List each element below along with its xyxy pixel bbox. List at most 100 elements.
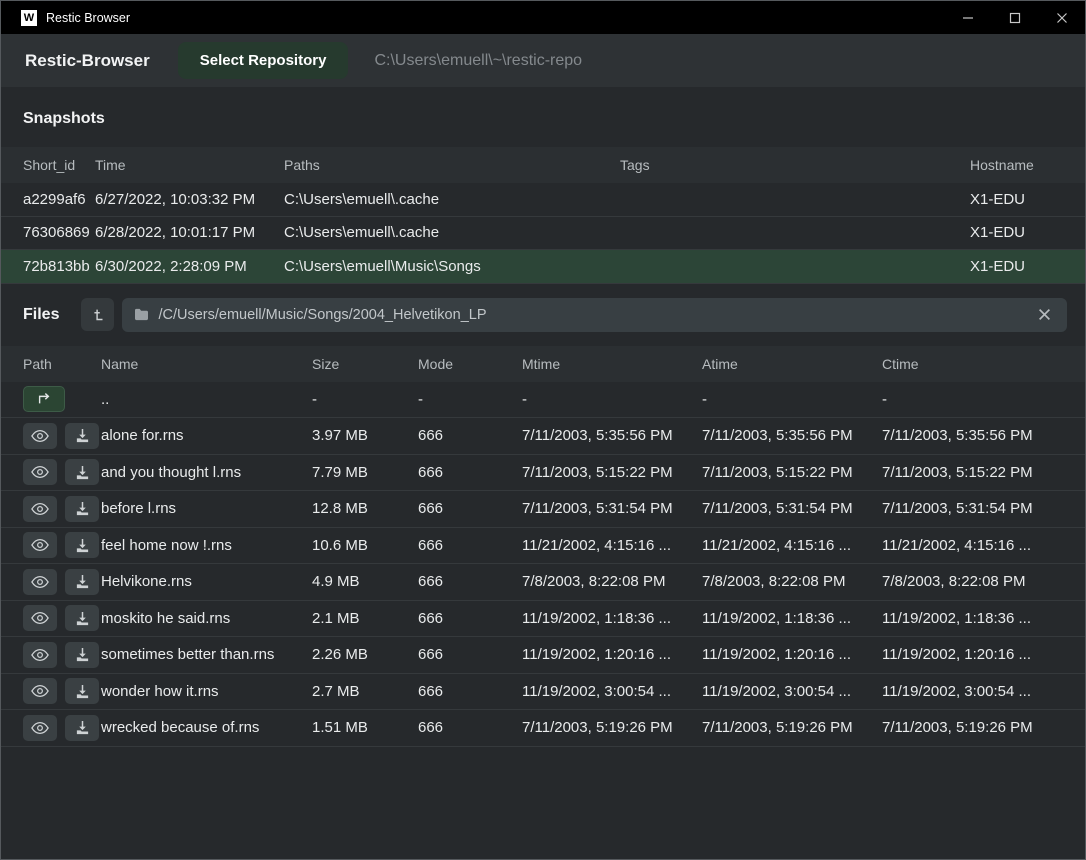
preview-file-button[interactable] (23, 496, 57, 522)
select-repository-button[interactable]: Select Repository (178, 42, 349, 79)
preview-file-button[interactable] (23, 532, 57, 558)
snapshot-row[interactable]: 76306869 6/28/2022, 10:01:17 PM C:\Users… (1, 217, 1085, 251)
clear-path-button[interactable] (1034, 304, 1055, 325)
download-file-button[interactable] (65, 642, 99, 668)
preview-file-button[interactable] (23, 423, 57, 449)
file-name: before l.rns (101, 500, 312, 517)
minimize-button[interactable] (944, 1, 991, 34)
file-atime: 7/11/2003, 5:19:26 PM (702, 719, 882, 736)
snapshot-row[interactable]: 72b813bb 6/30/2022, 2:28:09 PM C:\Users\… (1, 250, 1085, 284)
file-row[interactable]: sometimes better than.rns 2.26 MB 666 11… (1, 637, 1085, 674)
file-atime: - (702, 391, 882, 408)
file-ctime: 11/19/2002, 3:00:54 ... (882, 683, 1085, 700)
file-row[interactable]: and you thought l.rns 7.79 MB 666 7/11/2… (1, 455, 1085, 492)
file-size: 3.97 MB (312, 427, 418, 444)
preview-file-button[interactable] (23, 678, 57, 704)
file-name: alone for.rns (101, 427, 312, 444)
close-button[interactable] (1038, 1, 1085, 34)
file-atime: 7/11/2003, 5:31:54 PM (702, 500, 882, 517)
app-header: Restic-Browser Select Repository C:\User… (1, 34, 1085, 87)
snapshot-time: 6/30/2022, 2:28:09 PM (95, 258, 284, 275)
file-row[interactable]: moskito he said.rns 2.1 MB 666 11/19/200… (1, 601, 1085, 638)
file-size: - (312, 391, 418, 408)
file-atime: 7/8/2003, 8:22:08 PM (702, 573, 882, 590)
files-heading: Files (1, 306, 81, 324)
file-atime: 11/19/2002, 1:18:36 ... (702, 610, 882, 627)
file-name: Helvikone.rns (101, 573, 312, 590)
file-row[interactable]: wrecked because of.rns 1.51 MB 666 7/11/… (1, 710, 1085, 747)
up-arrow-icon (36, 392, 52, 406)
file-size: 2.1 MB (312, 610, 418, 627)
preview-file-button[interactable] (23, 715, 57, 741)
maximize-button[interactable] (991, 1, 1038, 34)
file-mtime: 7/11/2003, 5:15:22 PM (522, 464, 702, 481)
file-mode: 666 (418, 719, 522, 736)
download-file-button[interactable] (65, 678, 99, 704)
snapshots-heading: Snapshots (1, 87, 1085, 147)
file-mtime: 7/8/2003, 8:22:08 PM (522, 573, 702, 590)
file-ctime: 11/19/2002, 1:20:16 ... (882, 646, 1085, 663)
file-ctime: 7/11/2003, 5:15:22 PM (882, 464, 1085, 481)
file-size: 7.79 MB (312, 464, 418, 481)
preview-file-button[interactable] (23, 569, 57, 595)
snapshot-hostname: X1-EDU (970, 191, 1085, 208)
file-mode: 666 (418, 610, 522, 627)
col-path: Path (1, 356, 101, 372)
download-file-button[interactable] (65, 715, 99, 741)
file-size: 12.8 MB (312, 500, 418, 517)
preview-file-button[interactable] (23, 605, 57, 631)
snapshot-paths: C:\Users\emuell\.cache (284, 191, 620, 208)
file-row[interactable]: wonder how it.rns 2.7 MB 666 11/19/2002,… (1, 674, 1085, 711)
file-ctime: 7/8/2003, 8:22:08 PM (882, 573, 1085, 590)
download-file-button[interactable] (65, 496, 99, 522)
download-icon (75, 611, 90, 626)
download-file-button[interactable] (65, 532, 99, 558)
file-row[interactable]: Helvikone.rns 4.9 MB 666 7/8/2003, 8:22:… (1, 564, 1085, 601)
download-file-button[interactable] (65, 459, 99, 485)
file-atime: 11/19/2002, 1:20:16 ... (702, 646, 882, 663)
download-icon (75, 684, 90, 699)
file-name: wrecked because of.rns (101, 719, 312, 736)
download-icon (75, 720, 90, 735)
titlebar: W Restic Browser (1, 1, 1085, 34)
file-mode: 666 (418, 500, 522, 517)
window-title: Restic Browser (46, 11, 944, 25)
file-mtime: 11/19/2002, 3:00:54 ... (522, 683, 702, 700)
close-icon (1038, 308, 1051, 321)
file-name: moskito he said.rns (101, 610, 312, 627)
eye-icon (31, 721, 49, 735)
download-file-button[interactable] (65, 605, 99, 631)
col-mode: Mode (418, 356, 522, 372)
go-up-button[interactable] (23, 386, 65, 412)
file-row[interactable]: alone for.rns 3.97 MB 666 7/11/2003, 5:3… (1, 418, 1085, 455)
file-size: 1.51 MB (312, 719, 418, 736)
file-mode: 666 (418, 646, 522, 663)
download-file-button[interactable] (65, 423, 99, 449)
file-row[interactable]: before l.rns 12.8 MB 666 7/11/2003, 5:31… (1, 491, 1085, 528)
snapshots-table-body: a2299af6 6/27/2022, 10:03:32 PM C:\Users… (1, 183, 1085, 284)
eye-icon (31, 611, 49, 625)
file-ctime: 11/21/2002, 4:15:16 ... (882, 537, 1085, 554)
download-icon (75, 501, 90, 516)
file-name: .. (101, 391, 312, 408)
path-breadcrumb[interactable]: /C/Users/emuell/Music/Songs/2004_Helveti… (122, 298, 1067, 332)
close-icon (1056, 12, 1068, 24)
parent-directory-row[interactable]: .. - - - - - (1, 382, 1085, 419)
file-atime: 11/19/2002, 3:00:54 ... (702, 683, 882, 700)
file-row[interactable]: feel home now !.rns 10.6 MB 666 11/21/20… (1, 528, 1085, 565)
file-atime: 11/21/2002, 4:15:16 ... (702, 537, 882, 554)
preview-file-button[interactable] (23, 642, 57, 668)
file-ctime: - (882, 391, 1085, 408)
file-name: wonder how it.rns (101, 683, 312, 700)
file-name: sometimes better than.rns (101, 646, 312, 663)
download-file-button[interactable] (65, 569, 99, 595)
snapshot-hostname: X1-EDU (970, 224, 1085, 241)
col-time: Time (95, 157, 284, 173)
root-drive-button[interactable] (81, 298, 114, 331)
snapshot-hostname: X1-EDU (970, 258, 1085, 275)
snapshot-row[interactable]: a2299af6 6/27/2022, 10:03:32 PM C:\Users… (1, 183, 1085, 217)
file-ctime: 7/11/2003, 5:31:54 PM (882, 500, 1085, 517)
current-path: /C/Users/emuell/Music/Songs/2004_Helveti… (158, 307, 1034, 323)
preview-file-button[interactable] (23, 459, 57, 485)
eye-icon (31, 575, 49, 589)
